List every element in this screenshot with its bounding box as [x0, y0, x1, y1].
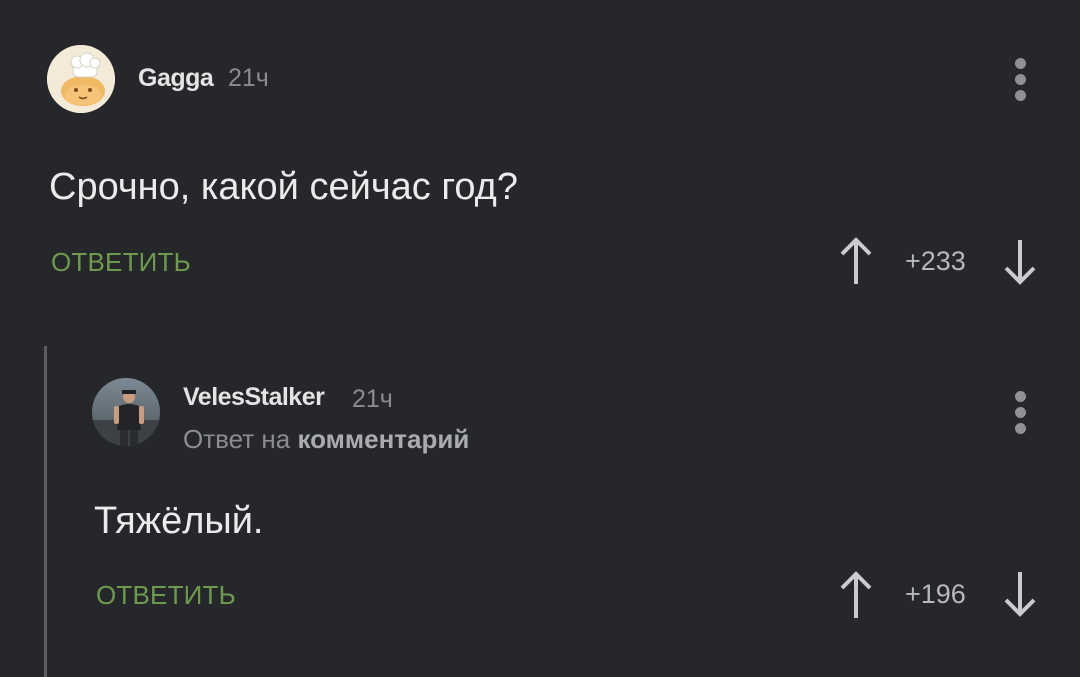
comment-score: +233 [905, 246, 966, 276]
author-avatar[interactable] [92, 378, 160, 446]
comment-time: 21ч [352, 385, 393, 413]
user-photo-avatar-icon [92, 378, 160, 446]
more-vertical-icon[interactable] [1011, 388, 1031, 438]
more-vertical-icon[interactable] [1011, 55, 1031, 105]
reply-to-line: Ответ на комментарий [183, 424, 469, 455]
reply-to-prefix: Ответ на [183, 424, 291, 454]
downvote-arrow-icon[interactable] [1002, 236, 1038, 290]
reply-button[interactable]: ОТВЕТИТЬ [96, 580, 236, 611]
author-avatar[interactable] [47, 45, 115, 113]
upvote-arrow-icon[interactable] [838, 568, 874, 622]
comment: Gagga 21ч Срочно, какой сейчас год? ОТВЕ… [0, 0, 1080, 320]
author-name[interactable]: Gagga [138, 64, 214, 93]
chef-cat-avatar-icon [47, 45, 115, 113]
reply-to-link[interactable]: комментарий [297, 424, 469, 454]
reply-button[interactable]: ОТВЕТИТЬ [51, 247, 191, 278]
downvote-arrow-icon[interactable] [1002, 568, 1038, 622]
comment-text: Срочно, какой сейчас год? [49, 166, 518, 208]
comment-score: +196 [905, 579, 966, 609]
comment-time: 21ч [228, 64, 269, 92]
author-name[interactable]: VelesStalker [183, 383, 325, 412]
reply-comment: VelesStalker 21ч Ответ на комментарий Тя… [0, 330, 1080, 677]
upvote-arrow-icon[interactable] [838, 234, 874, 288]
comment-text: Тяжёлый. [94, 500, 264, 542]
